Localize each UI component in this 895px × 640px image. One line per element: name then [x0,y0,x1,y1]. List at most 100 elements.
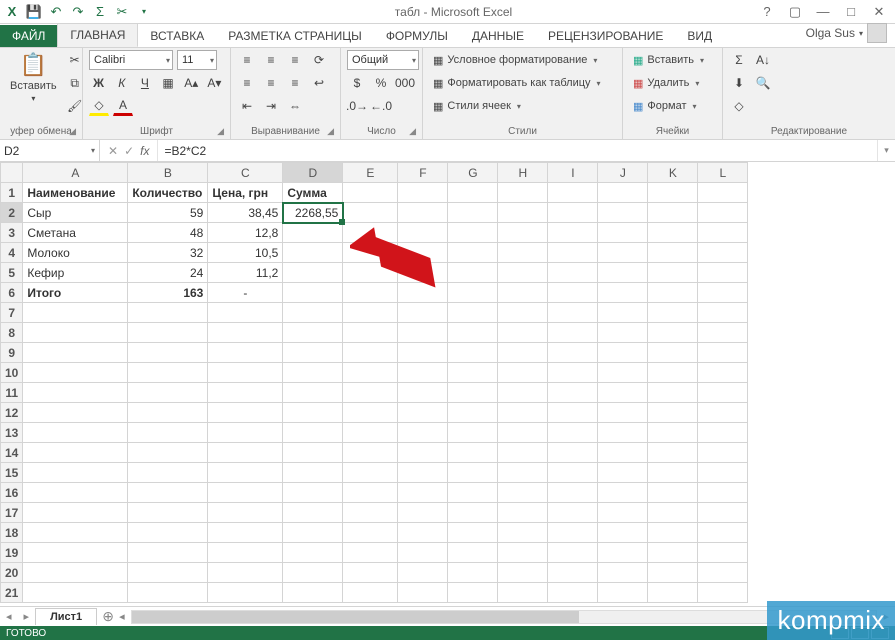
cell-I7[interactable] [548,303,598,323]
cell-B12[interactable] [128,403,208,423]
cell-F12[interactable] [398,403,448,423]
cell-I3[interactable] [548,223,598,243]
cell-L9[interactable] [698,343,748,363]
expand-formula-bar-icon[interactable]: ▾ [877,140,895,161]
cell-L5[interactable] [698,263,748,283]
cell-K21[interactable] [648,583,698,603]
cell-E3[interactable] [343,223,398,243]
cell-J20[interactable] [598,563,648,583]
cell-G14[interactable] [448,443,498,463]
find-icon[interactable]: 🔍 [753,73,773,93]
cell-L12[interactable] [698,403,748,423]
cell-D16[interactable] [283,483,343,503]
cell-K1[interactable] [648,183,698,203]
save-icon[interactable]: 💾 [26,4,42,20]
cell-G5[interactable] [448,263,498,283]
format-cells-button[interactable]: ▦Формат▾ [629,96,708,116]
cell-H10[interactable] [498,363,548,383]
cell-F4[interactable] [398,243,448,263]
cell-H13[interactable] [498,423,548,443]
merge-button[interactable]: ⇔ [285,96,305,116]
cell-G9[interactable] [448,343,498,363]
col-header-D[interactable]: D [283,163,343,183]
cell-A12[interactable] [23,403,128,423]
cell-G6[interactable] [448,283,498,303]
font-color-button[interactable]: A [113,96,133,116]
cell-E7[interactable] [343,303,398,323]
cell-G16[interactable] [448,483,498,503]
cell-D5[interactable] [283,263,343,283]
help-icon[interactable]: ? [755,4,779,20]
cell-C6[interactable]: - [208,283,283,303]
cell-B18[interactable] [128,523,208,543]
cell-D1[interactable]: Сумма [283,183,343,203]
cell-H2[interactable] [498,203,548,223]
sheet-nav-prev[interactable]: ◂ [0,610,18,623]
cell-B16[interactable] [128,483,208,503]
italic-button[interactable]: К [112,73,131,93]
cell-H9[interactable] [498,343,548,363]
cell-C21[interactable] [208,583,283,603]
insert-cells-button[interactable]: ▦Вставить▾ [629,50,708,70]
cell-A18[interactable] [23,523,128,543]
font-size-combo[interactable]: 11▾ [177,50,217,70]
cell-J17[interactable] [598,503,648,523]
cell-C13[interactable] [208,423,283,443]
row-header-8[interactable]: 8 [1,323,23,343]
cell-E19[interactable] [343,543,398,563]
row-header-5[interactable]: 5 [1,263,23,283]
cell-L2[interactable] [698,203,748,223]
wrap-text-button[interactable]: ↩ [309,73,329,93]
cell-J18[interactable] [598,523,648,543]
cell-K8[interactable] [648,323,698,343]
cell-H3[interactable] [498,223,548,243]
cell-C18[interactable] [208,523,283,543]
cell-A19[interactable] [23,543,128,563]
cell-J10[interactable] [598,363,648,383]
cell-G10[interactable] [448,363,498,383]
cell-A14[interactable] [23,443,128,463]
cell-D3[interactable] [283,223,343,243]
col-header-F[interactable]: F [398,163,448,183]
decrease-font-button[interactable]: A▾ [205,73,224,93]
row-header-20[interactable]: 20 [1,563,23,583]
qat-customize-icon[interactable]: ▾ [136,4,152,20]
row-header-3[interactable]: 3 [1,223,23,243]
row-header-19[interactable]: 19 [1,543,23,563]
cell-C17[interactable] [208,503,283,523]
cell-D4[interactable] [283,243,343,263]
cell-H6[interactable] [498,283,548,303]
cell-J6[interactable] [598,283,648,303]
tab-review[interactable]: РЕЦЕНЗИРОВАНИЕ [536,25,675,47]
cell-A2[interactable]: Сыр [23,203,128,223]
increase-indent-button[interactable]: ⇥ [261,96,281,116]
cell-C15[interactable] [208,463,283,483]
cell-K2[interactable] [648,203,698,223]
row-header-1[interactable]: 1 [1,183,23,203]
cell-H16[interactable] [498,483,548,503]
cell-A9[interactable] [23,343,128,363]
col-header-I[interactable]: I [548,163,598,183]
bold-button[interactable]: Ж [89,73,108,93]
cell-I18[interactable] [548,523,598,543]
orientation-button[interactable]: ⟳ [309,50,329,70]
cell-C1[interactable]: Цена, грн [208,183,283,203]
cell-B4[interactable]: 32 [128,243,208,263]
col-header-A[interactable]: A [23,163,128,183]
cell-I14[interactable] [548,443,598,463]
row-header-6[interactable]: 6 [1,283,23,303]
cell-B7[interactable] [128,303,208,323]
tab-data[interactable]: ДАННЫЕ [460,25,536,47]
row-header-18[interactable]: 18 [1,523,23,543]
cell-J21[interactable] [598,583,648,603]
cell-E15[interactable] [343,463,398,483]
undo-icon[interactable]: ↶ [48,4,64,20]
cell-A13[interactable] [23,423,128,443]
cell-I6[interactable] [548,283,598,303]
cell-H17[interactable] [498,503,548,523]
cell-F13[interactable] [398,423,448,443]
cell-D8[interactable] [283,323,343,343]
cell-B19[interactable] [128,543,208,563]
cell-B2[interactable]: 59 [128,203,208,223]
cell-I9[interactable] [548,343,598,363]
